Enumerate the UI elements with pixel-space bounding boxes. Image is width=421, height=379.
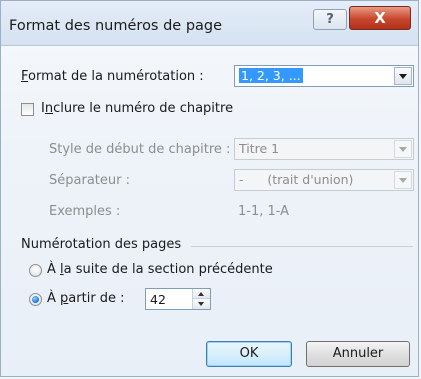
examples-label: Exemples :: [49, 204, 121, 219]
help-button[interactable]: ?: [313, 9, 347, 30]
chapter-style-select[interactable]: Titre 1: [234, 138, 414, 160]
page-numbering-heading: Numérotation des pages: [21, 237, 182, 252]
chevron-down-icon: [394, 171, 412, 189]
examples-value: 1-1, 1-A: [238, 204, 290, 219]
include-chapter-checkbox[interactable]: [21, 103, 34, 116]
separator-select[interactable]: - (trait d'union): [234, 169, 414, 191]
separator-value: - (trait d'union): [239, 172, 354, 187]
continue-previous-radio[interactable]: [29, 264, 42, 277]
number-format-select[interactable]: 1, 2, 3, ...: [234, 65, 414, 87]
format-page-numbers-dialog: Format des numéros de page ? X Format de…: [0, 0, 419, 377]
include-chapter-label[interactable]: Inclure le numéro de chapitre: [41, 101, 233, 116]
continue-previous-label[interactable]: À la suite de la section précédente: [47, 262, 273, 277]
start-at-radio[interactable]: [29, 293, 42, 306]
start-at-stepper[interactable]: 42: [145, 288, 211, 310]
ok-button[interactable]: OK: [206, 341, 292, 367]
start-at-label[interactable]: À partir de :: [47, 291, 125, 306]
chapter-style-value: Titre 1: [239, 141, 280, 156]
group-divider: [191, 246, 413, 247]
separator-label: Séparateur :: [49, 173, 130, 188]
dialog-title: Format des numéros de page: [9, 18, 223, 34]
increment-icon[interactable]: [193, 289, 210, 299]
chevron-down-icon: [394, 140, 412, 158]
cancel-button[interactable]: Annuler: [306, 341, 410, 367]
start-at-value: 42: [150, 292, 166, 307]
dropdown-arrow-icon[interactable]: [394, 67, 412, 85]
number-format-label: Format de la numérotation :: [21, 69, 204, 84]
chapter-style-label: Style de début de chapitre :: [49, 142, 231, 157]
title-bar[interactable]: Format des numéros de page ? X: [1, 1, 418, 46]
number-format-value: 1, 2, 3, ...: [239, 68, 303, 83]
close-button[interactable]: X: [349, 6, 411, 30]
close-icon: X: [374, 9, 386, 27]
help-icon: ?: [326, 12, 334, 27]
decrement-icon[interactable]: [193, 299, 210, 309]
